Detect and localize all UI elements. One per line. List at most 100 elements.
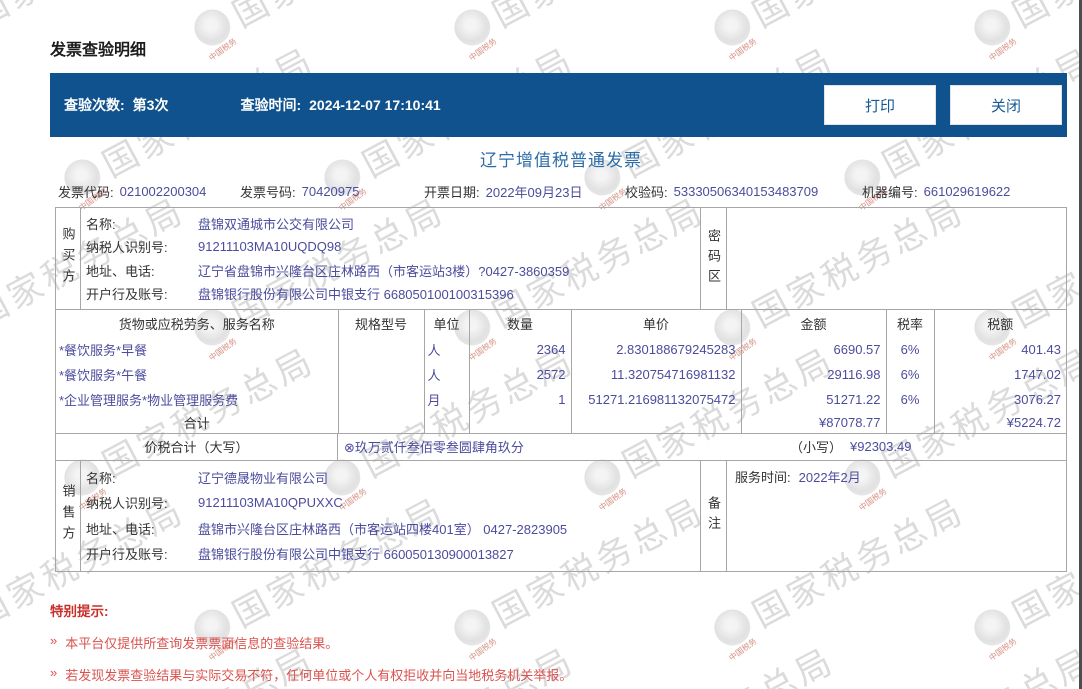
password-zone-label: 密码区 bbox=[700, 208, 727, 309]
item-unit: 月 bbox=[423, 387, 469, 412]
col-header-name: 货物或应税劳务、服务名称 bbox=[118, 317, 275, 332]
grand-total-content: ⊗玖万贰仟叁佰零叁圆肆角玖分 （小写） ¥92303.49 bbox=[338, 434, 1066, 460]
item-row: *企业管理服务*物业管理服务费 月 1 51271.21698113207547… bbox=[56, 387, 1066, 412]
buyer-fields: 名称: 盘锦双通城市公交有限公司 纳税人识别号: 91211103MA10UQD… bbox=[81, 208, 700, 309]
machine-number: 机器编号: 661029619622 bbox=[862, 182, 1010, 201]
invoice-code: 发票代码: 021002200304 bbox=[58, 182, 240, 201]
items-header-row: 货物或应税劳务、服务名称 规格型号 单位 数量 单价 金额 税率 税额 bbox=[56, 310, 1066, 337]
notice-title: 特别提示: bbox=[50, 603, 109, 619]
watermark-text: 国家税务总局 bbox=[0, 0, 193, 38]
item-rate: 6% bbox=[885, 362, 934, 387]
buyer-taxid-row: 纳税人识别号: 91211103MA10UQDQ98 bbox=[86, 237, 700, 256]
items-total-tax: ¥5224.72 bbox=[933, 412, 1066, 433]
buyer-bank-row: 开户行及账号: 盘锦银行股份有限公司中银支行 66805010010031539… bbox=[86, 284, 700, 303]
notice-item: » 本平台仅提供所查询发票票面信息的查验结果。 bbox=[50, 633, 1082, 652]
items-table: 货物或应税劳务、服务名称 规格型号 单位 数量 单价 金额 税率 税额 *餐饮服… bbox=[56, 310, 1066, 434]
watermark-text: 国家税务总局 bbox=[482, 0, 713, 38]
invoice-code-label: 发票代码: bbox=[58, 185, 114, 200]
item-spec bbox=[337, 387, 424, 412]
check-code-label: 校验码: bbox=[625, 185, 668, 200]
bullet-icon: » bbox=[50, 632, 58, 648]
service-time-label: 服务时间: bbox=[735, 469, 791, 485]
buyer-bank-label: 开户行及账号: bbox=[86, 286, 168, 302]
buyer-name-label: 名称: bbox=[86, 217, 116, 233]
buyer-name-value: 盘锦双通城市公交有限公司 bbox=[198, 217, 355, 233]
print-button[interactable]: 打印 bbox=[824, 85, 936, 125]
remark-line: 服务时间: 2022年2月 bbox=[735, 467, 1058, 486]
invoice-date-value: 2022年09月23日 bbox=[485, 185, 583, 200]
grand-total-lowercase-value: ¥92303.49 bbox=[850, 439, 912, 454]
item-rate: 6% bbox=[885, 337, 934, 362]
item-name: *餐饮服务*早餐 bbox=[59, 343, 148, 358]
seller-address-row: 地址、电话: 盘锦市兴隆台区庄林路西（市客运站四楼401室） 0427-2823… bbox=[86, 519, 700, 538]
seller-address-label: 地址、电话: bbox=[86, 521, 155, 537]
invoice-meta-row: 发票代码: 021002200304 发票号码: 70420975 开票日期: … bbox=[58, 182, 1068, 201]
seller-side-label: 销售方 bbox=[56, 460, 81, 571]
col-header-amount: 金额 bbox=[740, 310, 886, 337]
check-time-value: 2024-12-07 17:10:41 bbox=[309, 97, 441, 113]
machine-number-value: 661029619622 bbox=[923, 184, 1011, 199]
item-qty: 1 bbox=[468, 387, 571, 412]
buyer-address-value: 辽宁省盘锦市兴隆台区庄林路西（市客运站3楼）?0427-3860359 bbox=[198, 263, 570, 279]
seller-bank-row: 开户行及账号: 盘锦银行股份有限公司中银支行 66005013090001382… bbox=[86, 544, 700, 563]
invoice-number-label: 发票号码: bbox=[240, 185, 296, 200]
check-code: 校验码: 53330506340153483709 bbox=[625, 182, 862, 201]
remark-area: 服务时间: 2022年2月 bbox=[727, 461, 1066, 571]
grand-total-uppercase: ⊗玖万贰仟叁佰零叁圆肆角玖分 bbox=[344, 440, 524, 455]
seller-name-row: 名称: 辽宁德晟物业有限公司 bbox=[86, 468, 700, 487]
buyer-bank-value: 盘锦银行股份有限公司中银支行 668050100100315396 bbox=[198, 286, 514, 302]
col-header-tax: 税额 bbox=[933, 310, 1066, 337]
col-header-price: 单价 bbox=[570, 310, 741, 337]
check-time-label: 查验时间: bbox=[240, 97, 302, 113]
col-header-spec: 规格型号 bbox=[337, 310, 424, 337]
grand-total-row: 价税合计（大写） ⊗玖万贰仟叁佰零叁圆肆角玖分 （小写） ¥92303.49 bbox=[56, 433, 1066, 461]
item-price: 11.320754716981132 bbox=[570, 362, 741, 387]
check-code-value: 53330506340153483709 bbox=[673, 184, 819, 199]
item-row: *餐饮服务*午餐 人 2572 11.320754716981132 29116… bbox=[56, 362, 1066, 387]
item-tax: 1747.02 bbox=[933, 362, 1066, 387]
buyer-section: 购买方 名称: 盘锦双通城市公交有限公司 纳税人识别号: 91211103MA1… bbox=[56, 208, 1066, 310]
item-tax: 3076.27 bbox=[933, 387, 1066, 412]
seller-bank-value: 盘锦银行股份有限公司中银支行 660050130900013827 bbox=[198, 547, 514, 563]
item-qty: 2364 bbox=[468, 337, 571, 362]
item-spec bbox=[337, 337, 424, 362]
buyer-address-label: 地址、电话: bbox=[86, 263, 155, 279]
seller-taxid-label: 纳税人识别号: bbox=[86, 496, 168, 512]
close-button[interactable]: 关闭 bbox=[950, 85, 1062, 125]
item-qty: 2572 bbox=[468, 362, 571, 387]
seller-taxid-row: 纳税人识别号: 91211103MA10QPUXXC bbox=[86, 493, 700, 512]
items-total-row: 合计 ¥87078.77 ¥5224.72 bbox=[56, 412, 1066, 433]
buyer-address-row: 地址、电话: 辽宁省盘锦市兴隆台区庄林路西（市客运站3楼）?0427-38603… bbox=[86, 261, 700, 280]
notice-item: » 若发现发票查验结果与实际交易不符，任何单位或个人有权拒收并向当地税务机关举报… bbox=[50, 665, 1082, 684]
seller-name-value: 辽宁德晟物业有限公司 bbox=[198, 470, 329, 486]
item-name: *企业管理服务*物业管理服务费 bbox=[59, 393, 239, 408]
check-count: 查验次数: 第3次 bbox=[64, 95, 168, 115]
watermark-text: 国家税务总局 bbox=[1002, 0, 1082, 38]
seller-taxid-value: 91211103MA10QPUXXC bbox=[198, 495, 343, 511]
seller-address-value: 盘锦市兴隆台区庄林路西（市客运站四楼401室） 0427-2823905 bbox=[198, 521, 568, 537]
seller-name-label: 名称: bbox=[86, 470, 116, 486]
check-time: 查验时间: 2024-12-07 17:10:41 bbox=[240, 95, 440, 115]
item-amount: 6690.57 bbox=[740, 337, 886, 362]
notice-item-text: 本平台仅提供所查询发票票面信息的查验结果。 bbox=[65, 635, 339, 651]
item-row: *餐饮服务*早餐 人 2364 2.830188679245283 6690.5… bbox=[56, 337, 1066, 362]
col-header-unit: 单位 bbox=[423, 310, 469, 337]
check-info-bar: 查验次数: 第3次 查验时间: 2024-12-07 17:10:41 打印 关… bbox=[50, 73, 1067, 137]
invoice-code-value: 021002200304 bbox=[119, 184, 207, 199]
invoice-box: 购买方 名称: 盘锦双通城市公交有限公司 纳税人识别号: 91211103MA1… bbox=[55, 207, 1067, 572]
item-rate: 6% bbox=[885, 387, 934, 412]
check-count-value: 第3次 bbox=[132, 97, 169, 113]
bullet-icon: » bbox=[50, 664, 58, 680]
check-count-label: 查验次数: bbox=[64, 97, 125, 113]
item-price: 2.830188679245283 bbox=[570, 337, 741, 362]
item-amount: 29116.98 bbox=[740, 362, 886, 387]
buyer-taxid-value: 91211103MA10UQDQ98 bbox=[198, 239, 342, 255]
item-price: 51271.216981132075472 bbox=[570, 387, 741, 412]
password-zone-area bbox=[727, 208, 1066, 309]
item-name: *餐饮服务*午餐 bbox=[59, 368, 148, 383]
item-tax: 401.43 bbox=[933, 337, 1066, 362]
item-unit: 人 bbox=[423, 362, 469, 387]
item-spec bbox=[337, 362, 424, 387]
watermark-text: 国家税务总局 bbox=[222, 0, 453, 38]
buyer-taxid-label: 纳税人识别号: bbox=[86, 240, 168, 256]
